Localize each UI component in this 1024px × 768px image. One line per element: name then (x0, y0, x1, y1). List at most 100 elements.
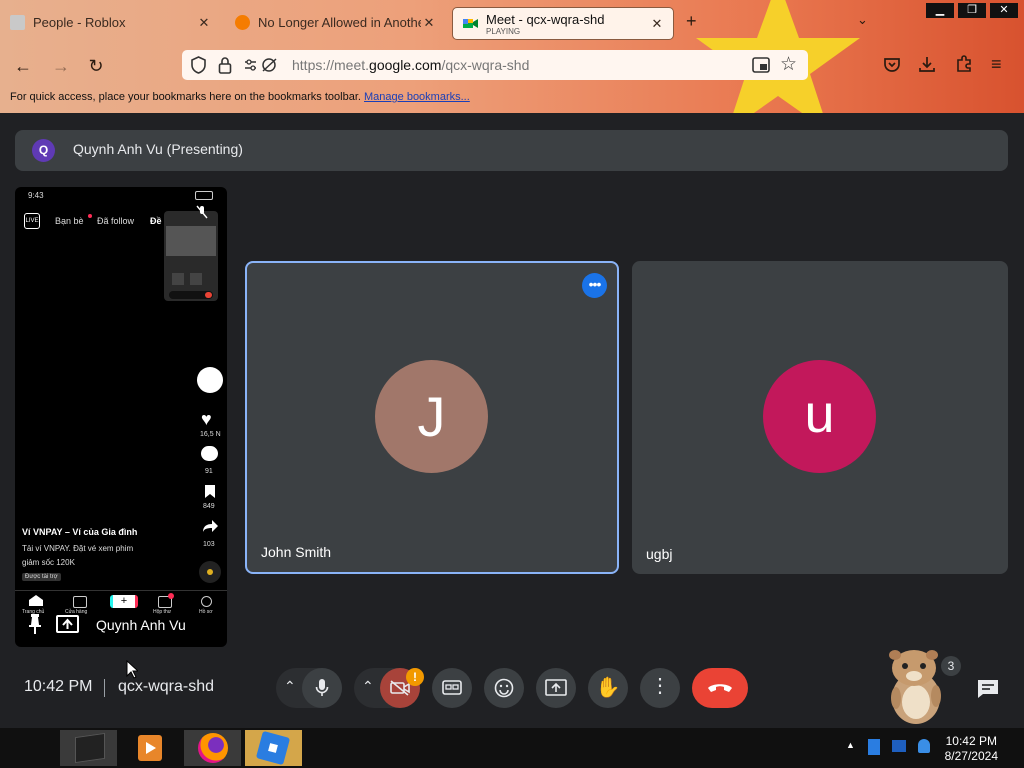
presenting-label: Quynh Anh Vu (Presenting) (73, 141, 243, 157)
tab-meet[interactable]: Meet - qcx-wqra-shd PLAYING ✕ (452, 7, 674, 40)
participant-tile-john-smith[interactable]: ••• J John Smith (245, 261, 619, 574)
more-options-button[interactable]: ••• (582, 273, 607, 298)
home-icon (29, 595, 43, 606)
firefox-icon (198, 733, 228, 763)
phone-status-time: 9:43 (28, 191, 44, 200)
close-tab-icon[interactable]: ✕ (649, 16, 665, 32)
captions-button[interactable] (432, 668, 472, 708)
browser-chrome: People - Roblox ✕ No Longer Allowed in A… (0, 0, 1024, 113)
chat-icon[interactable] (977, 679, 999, 699)
taskbar-app-terminal[interactable] (60, 730, 117, 766)
close-tab-icon[interactable]: ✕ (196, 15, 212, 31)
pin-icon[interactable] (27, 613, 43, 635)
terminal-app-icon (75, 732, 105, 764)
profile-icon (201, 596, 212, 607)
reactions-button[interactable] (484, 668, 524, 708)
new-tab-button[interactable]: + (686, 11, 697, 32)
meeting-clock: 10:42 PM (24, 678, 93, 695)
shop-bag-icon (73, 596, 87, 608)
site-favicon-icon (235, 15, 250, 30)
participant-name: ugbj (646, 546, 673, 562)
likes-count: 16,5 N (200, 431, 221, 438)
pocket-icon[interactable] (883, 56, 901, 74)
url-bar[interactable]: https://meet.google.com/qcx-wqra-shd ☆ (182, 50, 808, 80)
presenting-banner: Q Quynh Anh Vu (Presenting) (15, 130, 1008, 171)
windows-taskbar: ▲ 10:42 PM 8/27/2024 (0, 728, 1024, 768)
video-settings-chevron-icon[interactable]: ⌃ (362, 678, 374, 695)
restore-button[interactable]: ❐ (958, 3, 986, 18)
shared-screen-tile[interactable]: 9:43 LIVE Bạn bè Đã follow Đề ♥ 16,5 N 9… (15, 187, 227, 647)
permissions-icon[interactable] (244, 57, 280, 73)
participant-tile-ugbj[interactable]: u ugbj (632, 261, 1008, 574)
taskbar-app-roblox[interactable] (245, 730, 302, 766)
raise-hand-button[interactable]: ✋ (588, 668, 628, 708)
downloads-icon[interactable] (918, 55, 936, 73)
audio-settings-chevron-icon[interactable]: ⌃ (284, 678, 296, 695)
lock-icon[interactable] (218, 56, 232, 74)
picture-in-picture-icon[interactable] (752, 57, 770, 73)
taskbar-app-firefox[interactable] (184, 730, 241, 766)
share-arrow-icon (203, 520, 218, 532)
system-clock[interactable]: 10:42 PM 8/27/2024 (945, 734, 998, 764)
microphone-icon (315, 679, 329, 696)
reload-icon[interactable]: ↻ (85, 55, 107, 77)
bookmark-star-icon[interactable]: ☆ (780, 53, 797, 76)
nav-profile-label: Hồ sơ (199, 609, 213, 615)
phone-tab-foryou: Đề (150, 216, 162, 226)
extensions-puzzle-icon[interactable] (955, 55, 973, 73)
back-arrow-icon[interactable]: ← (12, 55, 34, 77)
show-hidden-icons-chevron[interactable]: ▲ (846, 740, 855, 750)
emoji-smile-icon (494, 678, 514, 698)
comment-bubble-icon (201, 446, 218, 461)
people-count-badge[interactable]: 3 (941, 656, 961, 676)
bookmarks-toolbar-hint: For quick access, place your bookmarks h… (10, 91, 470, 103)
caption-title: Ví VNPAY – Ví của Gia đình (22, 527, 138, 537)
presenter-avatar: Q (32, 139, 55, 162)
minimize-button[interactable]: ▁ (926, 3, 954, 18)
phone-hangup-icon (708, 684, 732, 692)
leave-call-button[interactable] (692, 668, 748, 708)
tray-date: 8/27/2024 (944, 749, 998, 763)
tab-no-longer-allowed[interactable]: No Longer Allowed in Another ✕ (225, 7, 445, 38)
phone-meet-pip (164, 211, 218, 301)
present-screen-icon[interactable] (56, 615, 79, 633)
shares-count: 103 (203, 541, 215, 548)
tray-volume-icon[interactable] (918, 739, 930, 753)
media-player-icon (138, 735, 162, 761)
roblox-favicon-icon (10, 15, 25, 30)
hamburger-menu-icon[interactable]: ≡ (991, 54, 1002, 75)
manage-bookmarks-link[interactable]: Manage bookmarks... (364, 91, 470, 103)
caption-line-1: Tải ví VNPAY. Đặt vé xem phim (22, 544, 134, 553)
list-all-tabs-chevron-icon[interactable]: ⌄ (857, 12, 868, 28)
close-tab-icon[interactable]: ✕ (421, 15, 437, 31)
microphone-button[interactable] (302, 668, 342, 708)
nav-inbox-label: Hộp thư (153, 609, 172, 615)
roblox-studio-icon (255, 730, 291, 766)
more-options-vertical-button[interactable]: ⋮ (640, 668, 680, 708)
sponsored-tag: Được tài trợ (22, 573, 61, 581)
phone-tab-friends: Bạn bè (55, 216, 84, 226)
camera-warning-badge: ! (406, 668, 424, 686)
participant-name: John Smith (261, 544, 332, 560)
taskbar-app-media[interactable] (124, 730, 178, 766)
music-disc-icon (199, 561, 221, 583)
like-heart-icon: ♥ (201, 409, 212, 429)
participant-avatar: u (763, 360, 876, 473)
forward-arrow-icon[interactable]: → (50, 55, 72, 77)
closed-captions-icon (442, 680, 462, 695)
tray-app-icon[interactable] (868, 739, 880, 755)
more-vert-icon: ⋮ (650, 675, 670, 697)
meet-stage: Q Quynh Anh Vu (Presenting) 9:43 LIVE Bạ… (0, 113, 1024, 728)
divider (104, 679, 105, 697)
battery-icon (195, 191, 213, 200)
url-text[interactable]: https://meet.google.com/qcx-wqra-shd (292, 57, 529, 73)
close-window-button[interactable]: ✕ (990, 3, 1018, 18)
tray-time: 10:42 PM (945, 734, 997, 748)
saves-count: 849 (203, 503, 215, 510)
present-now-button[interactable] (536, 668, 576, 708)
tab-people-roblox[interactable]: People - Roblox ✕ (0, 7, 220, 38)
shield-icon[interactable] (190, 56, 207, 74)
comments-count: 91 (205, 468, 213, 475)
raise-hand-icon: ✋ (595, 677, 621, 699)
tray-network-icon[interactable] (892, 740, 906, 752)
